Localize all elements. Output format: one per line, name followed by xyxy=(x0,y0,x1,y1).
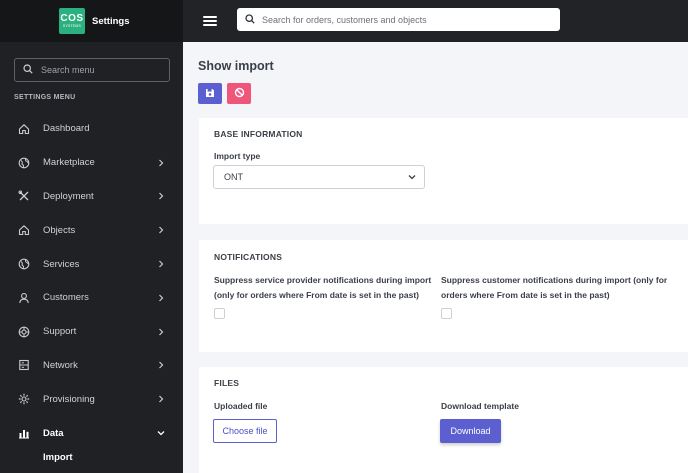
sidebar-item-label: Network xyxy=(43,359,78,371)
suppress-provider-checkbox[interactable] xyxy=(214,308,225,319)
sidebar-item-objects[interactable]: Objects xyxy=(0,213,183,247)
tools-icon xyxy=(18,190,30,202)
search-icon xyxy=(23,64,33,76)
chevron-right-icon xyxy=(157,159,165,167)
chevron-right-icon xyxy=(157,294,165,302)
notifications-card: NOTIFICATIONS Suppress service provider … xyxy=(199,240,688,352)
sidebar-item-support[interactable]: Support xyxy=(0,315,183,349)
user-icon xyxy=(18,292,30,304)
sidebar-item-label: Dashboard xyxy=(43,123,90,135)
global-search-input[interactable] xyxy=(262,14,542,25)
brand: COS SYSTEMS Settings xyxy=(0,0,183,42)
suppress-customer-checkbox[interactable] xyxy=(441,308,452,319)
sidebar-item-dashboard[interactable]: Dashboard xyxy=(0,112,183,146)
chevron-right-icon xyxy=(157,328,165,336)
card-heading: BASE INFORMATION xyxy=(214,129,303,139)
sidebar-subitem-import[interactable]: Import xyxy=(0,450,183,466)
sidebar-item-label: Provisioning xyxy=(43,393,95,405)
home-icon xyxy=(18,123,30,135)
chevron-right-icon xyxy=(157,395,165,403)
sidebar-item-deployment[interactable]: Deployment xyxy=(0,180,183,214)
globe-icon xyxy=(18,157,30,169)
suppress-customer-label: Suppress customer notifications during i… xyxy=(441,275,668,300)
sidebar-menu: Dashboard Marketplace Deployment Objects… xyxy=(0,112,183,466)
sidebar-search-input[interactable] xyxy=(41,65,161,75)
sidebar-item-label: Services xyxy=(43,258,80,270)
chevron-down-icon xyxy=(157,429,165,437)
import-type-label: Import type xyxy=(214,151,261,161)
download-button[interactable]: Download xyxy=(440,419,501,443)
cos-logo[interactable]: COS SYSTEMS xyxy=(59,8,85,34)
import-type-value: ONT xyxy=(224,172,243,182)
chevron-right-icon xyxy=(157,361,165,369)
uploaded-file-label: Uploaded file xyxy=(214,401,268,411)
sidebar-item-label: Objects xyxy=(43,224,76,236)
card-heading: NOTIFICATIONS xyxy=(214,252,283,262)
card-heading: FILES xyxy=(214,378,240,388)
ban-icon xyxy=(234,86,245,101)
sidebar-item-services[interactable]: Services xyxy=(0,247,183,281)
chevron-right-icon xyxy=(157,192,165,200)
logo-sub-text: SYSTEMS xyxy=(62,23,82,28)
top-bar xyxy=(183,0,688,42)
global-search xyxy=(237,8,560,31)
globe-icon xyxy=(18,258,30,270)
sidebar-item-label: Customers xyxy=(43,292,89,304)
import-type-select[interactable]: ONT xyxy=(213,165,425,189)
sidebar-item-label: Support xyxy=(43,326,77,338)
sidebar-item-provisioning[interactable]: Provisioning xyxy=(0,382,183,416)
app-title: Settings xyxy=(92,15,130,27)
base-information-card: BASE INFORMATION Import type ONT xyxy=(199,118,688,224)
server-icon xyxy=(18,359,30,371)
sidebar-item-marketplace[interactable]: Marketplace xyxy=(0,146,183,180)
sidebar-item-label: Marketplace xyxy=(43,157,95,169)
chart-icon xyxy=(18,427,30,439)
choose-file-button[interactable]: Choose file xyxy=(213,419,277,443)
chevron-right-icon xyxy=(157,260,165,268)
sidebar-item-customers[interactable]: Customers xyxy=(0,281,183,315)
menu-heading: SETTINGS MENU xyxy=(14,94,76,101)
save-button[interactable] xyxy=(198,83,222,104)
sidebar-item-data[interactable]: Data xyxy=(0,416,183,450)
cancel-button[interactable] xyxy=(227,83,251,104)
sidebar: COS SYSTEMS Settings SETTINGS MENU Dashb… xyxy=(0,0,183,473)
save-icon xyxy=(205,86,215,101)
download-template-label: Download template xyxy=(441,401,519,411)
gear-icon xyxy=(18,393,30,405)
hamburger-menu-icon[interactable] xyxy=(203,15,217,27)
home-icon xyxy=(18,224,30,236)
sidebar-item-label: Deployment xyxy=(43,190,94,202)
chevron-down-icon xyxy=(408,172,416,182)
page-header: Show import xyxy=(183,42,688,108)
sidebar-item-network[interactable]: Network xyxy=(0,349,183,383)
sidebar-item-label: Data xyxy=(43,427,64,439)
suppress-provider-label: Suppress service provider notifications … xyxy=(214,275,432,300)
chevron-right-icon xyxy=(157,226,165,234)
page-title: Show import xyxy=(198,59,274,73)
lifebuoy-icon xyxy=(18,326,30,338)
search-icon xyxy=(245,13,255,26)
files-card: FILES Uploaded file Choose file Download… xyxy=(199,367,688,473)
logo-main-text: COS xyxy=(60,12,84,24)
sidebar-search xyxy=(14,58,170,82)
